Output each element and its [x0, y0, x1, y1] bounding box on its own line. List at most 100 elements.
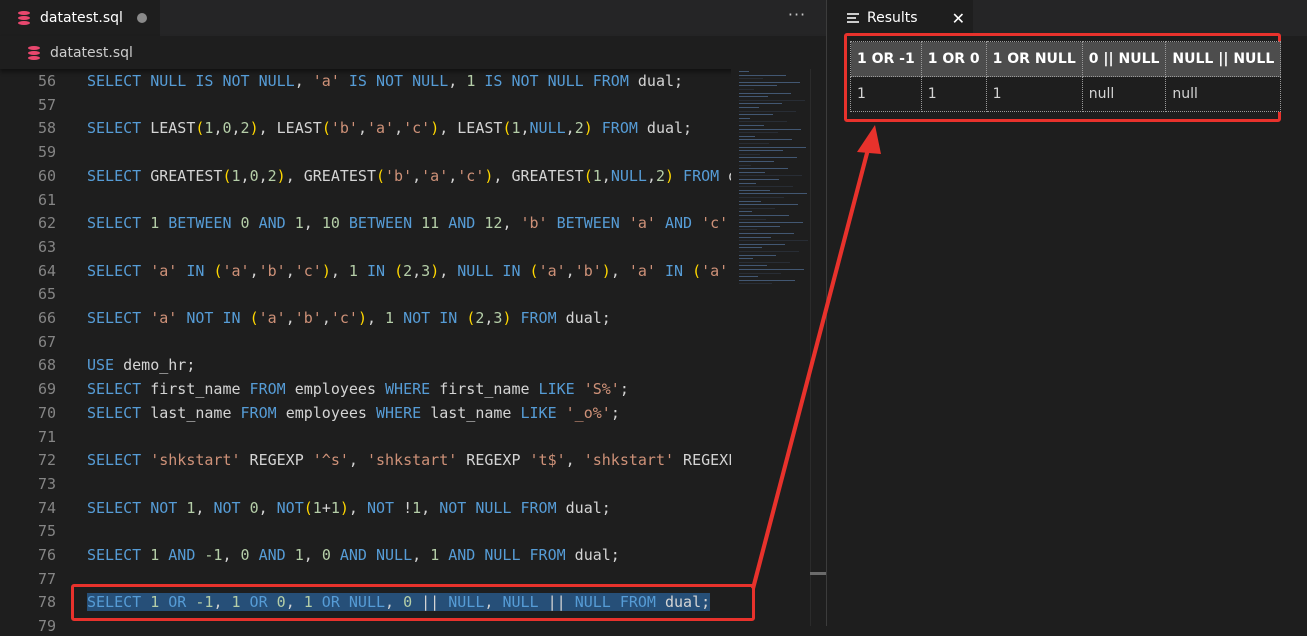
minimap[interactable] [731, 69, 810, 626]
code-text: SELECT 'a' IN ('a','b','c'), 1 IN (2,3),… [87, 262, 731, 280]
minimap-line [739, 254, 776, 256]
code-token: , [565, 261, 575, 280]
minimap-line [739, 261, 790, 263]
code-token: LIKE [529, 380, 584, 399]
results-tab-bar: Results ✕ [827, 0, 1307, 36]
line-number: 76 [37, 546, 56, 564]
code-token: IS NOT NULL [339, 72, 449, 90]
code-token: ( [692, 261, 702, 280]
minimap-line [739, 107, 759, 108]
code-token: dual; [719, 167, 731, 185]
code-token: ) [357, 309, 367, 327]
code-token: 12 [484, 214, 503, 233]
line-number: 61 [37, 190, 56, 209]
code-line[interactable]: SELECT NULL IS NOT NULL, 'a' IS NOT NULL… [87, 71, 683, 91]
code-line[interactable]: SELECT 'a' NOT IN ('a','b','c'), 1 NOT I… [87, 308, 611, 328]
code-token: last_name [150, 403, 232, 422]
code-token: ) [665, 166, 675, 185]
code-line[interactable]: SELECT 1 AND -1, 0 AND 1, 0 AND NULL, 1 … [87, 545, 620, 565]
code-line[interactable]: USE demo_hr; [87, 355, 195, 375]
tab-results[interactable]: Results ✕ [827, 0, 973, 36]
code-token: IN [655, 261, 693, 280]
line-number: 67 [37, 332, 56, 351]
code-token: '_o%' [565, 403, 611, 422]
minimap-line [739, 222, 803, 224]
code-token: 1 [312, 498, 322, 517]
code-token: 1 [150, 546, 160, 564]
table-row[interactable]: 1 1 1 null null [850, 76, 1282, 112]
results-column-header[interactable]: 1 OR -1 [850, 41, 922, 77]
code-token: BETWEEN [339, 214, 422, 233]
code-token: '^s' [312, 451, 349, 470]
code-token: SELECT [87, 546, 151, 564]
minimap-line [739, 132, 778, 134]
code-token: , [348, 451, 367, 470]
code-token: 'a' [701, 261, 729, 280]
minimap-line [739, 258, 753, 260]
code-line[interactable]: SELECT GREATEST(1,0,2), GREATEST('b','a'… [87, 166, 731, 186]
editor-pane: datatest.sql ··· datatest.sql 56 57 58 59 60… [0, 0, 827, 635]
editor-scroll-thumb[interactable] [810, 572, 826, 575]
code-line[interactable]: SELECT last_name FROM employees WHERE la… [87, 403, 620, 423]
code-line[interactable]: SELECT NOT 1, NOT 0, NOT(1+1), NOT !1, N… [87, 498, 611, 518]
minimap-line [739, 276, 758, 278]
code-token: ) [276, 166, 286, 185]
minimap-line [739, 204, 798, 206]
results-cell[interactable]: 1 [920, 76, 987, 112]
code-token: , [448, 72, 467, 90]
close-icon[interactable]: ✕ [952, 9, 965, 28]
results-cell[interactable]: null [1081, 76, 1167, 112]
code-line[interactable]: SELECT 'shkstart' REGEXP '^s', 'shkstart… [87, 450, 731, 470]
code-line[interactable]: SELECT 1 BETWEEN 0 AND 1, 10 BETWEEN 11 … [87, 213, 731, 233]
line-number: 65 [37, 285, 56, 304]
breadcrumb-filename[interactable]: datatest.sql [50, 45, 133, 61]
code-token: employees [285, 403, 367, 422]
results-cell[interactable]: 1 [850, 76, 922, 112]
code-text: SELECT 1 BETWEEN 0 AND 1, 10 BETWEEN 11 … [87, 214, 731, 232]
code-token: 0 [240, 546, 250, 564]
code-line[interactable]: SELECT LEAST(1,0,2), LEAST('b','a','c'),… [87, 118, 692, 138]
results-column-header[interactable]: 1 OR NULL [985, 41, 1083, 77]
line-number: 78 [37, 593, 56, 612]
code-token: SELECT NOT [87, 498, 187, 517]
tab-filename: datatest.sql [40, 10, 123, 26]
code-area[interactable]: SELECT NULL IS NOT NULL, 'a' IS NOT NULL… [87, 69, 731, 626]
code-token: , [646, 166, 656, 185]
results-column-header[interactable]: 0 || NULL [1081, 41, 1167, 77]
code-token: 0 [222, 119, 232, 138]
line-number: 69 [37, 380, 56, 399]
minimap-line [739, 150, 783, 152]
results-column-header[interactable]: 1 OR 0 [920, 41, 987, 77]
code-token: ; [610, 403, 620, 422]
code-token: AND [330, 546, 376, 564]
code-token: 11 [421, 214, 440, 233]
editor-tab-datatest[interactable]: datatest.sql [0, 0, 160, 36]
code-token: , [195, 498, 214, 517]
line-number: 70 [37, 403, 56, 422]
results-cell[interactable]: 1 [985, 76, 1083, 112]
code-token: 'b' [520, 214, 548, 233]
minimap-line [739, 103, 782, 105]
code-text: SELECT 'shkstart' REGEXP '^s', 'shkstart… [87, 451, 731, 469]
line-number: 75 [37, 522, 56, 541]
code-token: 'b' [258, 261, 286, 280]
minimap-line [739, 135, 755, 137]
line-number: 73 [37, 474, 56, 493]
code-line[interactable]: SELECT first_name FROM employees WHERE f… [87, 379, 629, 399]
more-actions-icon[interactable]: ··· [786, 6, 808, 28]
unsaved-dot-icon[interactable] [136, 13, 147, 23]
minimap-line [739, 197, 784, 198]
code-token: , [240, 166, 250, 185]
code-line[interactable]: SELECT 'a' IN ('a','b','c'), 1 IN (2,3),… [87, 261, 731, 281]
editor-scrollbar[interactable] [810, 69, 827, 626]
code-token: ( [222, 166, 232, 185]
code-token: WHERE [366, 403, 431, 422]
code-token: ( [376, 166, 386, 185]
code-token: 'shkstart' [150, 451, 241, 470]
code-token: 't$' [529, 451, 566, 470]
code-token: , [565, 119, 575, 138]
results-cell[interactable]: null [1165, 76, 1282, 112]
results-column-header[interactable]: NULL || NULL [1165, 41, 1282, 77]
minimap-line [739, 175, 802, 177]
code-token: ( [321, 119, 331, 138]
